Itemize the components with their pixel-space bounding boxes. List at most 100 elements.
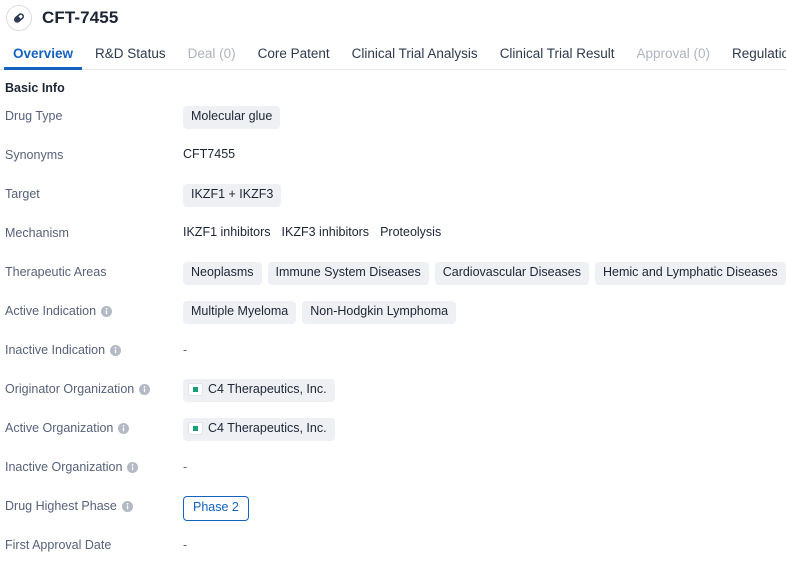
value-chip[interactable]: Hemic and Lymphatic Diseases [594,262,786,285]
row-label-inactive-indication: Inactive Indication [0,335,183,358]
row-label-therapeutic-areas: Therapeutic Areas [0,257,183,280]
tab-clinical-trial-analysis[interactable]: Clinical Trial Analysis [341,46,489,70]
row-value-therapeutic-areas: Neoplasms Immune System Diseases Cardiovas… [183,257,786,285]
row-value-mechanism: IKZF1 inhibitors IKZF3 inhibitors Proteoly… [183,218,786,240]
info-icon[interactable] [121,501,133,512]
value-chip[interactable]: Cardiovascular Diseases [434,262,589,285]
label-text: Originator Organization [5,382,135,396]
row-label-active-organization: Active Organization [0,413,183,436]
row-value-inactive-indication: - [183,335,786,357]
organization-chip[interactable]: C4 Therapeutics, Inc. [183,418,335,441]
info-row-inactive-organization: Inactive Organization - [0,452,786,491]
value-chip[interactable]: IKZF1 + IKZF3 [183,184,282,207]
row-label-originator-organization: Originator Organization [0,374,183,397]
label-text: Drug Type [5,109,63,123]
info-icon[interactable] [118,423,130,434]
row-label-drug-highest-phase: Drug Highest Phase [0,491,183,514]
row-label-first-approval-date: First Approval Date [0,530,183,553]
chip-label: Neoplasms [191,265,254,279]
chip-label: Molecular glue [191,109,273,123]
label-text: Active Indication [5,304,97,318]
value-chip[interactable]: Neoplasms [183,262,262,285]
page-header: CFT-7455 [0,0,786,36]
row-label-mechanism: Mechanism [0,218,183,241]
empty-value: - [183,538,188,552]
info-icon[interactable] [127,462,139,473]
organization-chip[interactable]: C4 Therapeutics, Inc. [183,379,335,402]
label-text: Drug Highest Phase [5,499,117,513]
organization-logo-icon [188,422,203,436]
info-row-originator-organization: Originator Organization C4 Therapeutics, … [0,374,786,413]
overview-panel: Basic Info Drug Type Molecular glue Synony… [0,70,786,565]
tab-r-d-status[interactable]: R&D Status [84,46,177,70]
basic-info-rows: Drug Type Molecular glue Synonyms CFT7455 Ta… [0,101,786,565]
tab-approval-0: Approval (0) [636,45,711,61]
info-row-therapeutic-areas: Therapeutic Areas Neoplasms Immune System … [0,257,786,296]
value-chip[interactable]: Molecular glue [183,106,281,129]
row-value-drug-type: Molecular glue [183,101,786,129]
row-value-active-organization: C4 Therapeutics, Inc. [183,413,786,441]
info-row-target: Target IKZF1 + IKZF3 [0,179,786,218]
pill-capsule-icon [6,5,32,31]
row-value-target: IKZF1 + IKZF3 [183,179,786,207]
tab-core-patent[interactable]: Core Patent [247,46,341,70]
section-title-basic-info: Basic Info [5,81,65,95]
chip-label: IKZF1 + IKZF3 [191,187,274,201]
info-row-drug-highest-phase: Drug Highest Phase Phase 2 [0,491,786,530]
info-icon[interactable] [101,306,113,317]
info-row-inactive-indication: Inactive Indication - [0,335,786,374]
organization-name: C4 Therapeutics, Inc. [208,421,327,435]
label-text: Mechanism [5,226,69,240]
row-value-originator-organization: C4 Therapeutics, Inc. [183,374,786,402]
info-icon[interactable] [139,384,151,395]
row-value-first-approval-date: - [183,530,786,552]
label-text: First Approval Date [5,538,112,552]
tab-deal-0: Deal (0) [187,45,236,61]
phase-badge[interactable]: Phase 2 [183,496,249,521]
row-label-synonyms: Synonyms [0,140,183,163]
value-chip[interactable]: Immune System Diseases [267,262,429,285]
info-row-active-indication: Active Indication Multiple Myeloma Non-Hod… [0,296,786,335]
organization-name: C4 Therapeutics, Inc. [208,382,327,396]
info-icon[interactable] [110,345,122,356]
info-row-active-organization: Active Organization C4 Therapeutics, Inc. [0,413,786,452]
row-value-inactive-organization: - [183,452,786,474]
chip-label: Immune System Diseases [275,265,421,279]
row-label-target: Target [0,179,183,202]
info-row-mechanism: Mechanism IKZF1 inhibitors IKZF3 inhibitor… [0,218,786,257]
row-value-drug-highest-phase: Phase 2 [183,491,786,521]
tab-overview[interactable]: Overview [2,46,84,70]
info-row-synonyms: Synonyms CFT7455 [0,140,786,179]
chip-label: Multiple Myeloma [191,304,289,318]
mechanism-item[interactable]: IKZF1 inhibitors [183,223,271,240]
value-chip[interactable]: Non-Hodgkin Lymphoma [302,301,457,324]
empty-value: - [183,343,188,357]
value-text: CFT7455 [183,147,236,161]
value-chip[interactable]: Multiple Myeloma [183,301,297,324]
info-row-first-approval-date: First Approval Date - [0,530,786,565]
organization-logo-icon [188,383,203,397]
row-value-synonyms: CFT7455 [183,140,786,162]
empty-value: - [183,460,188,474]
chip-label: Cardiovascular Diseases [442,265,581,279]
row-label-active-indication: Active Indication [0,296,183,319]
tab-clinical-trial-result[interactable]: Clinical Trial Result [489,46,626,70]
chip-label: Non-Hodgkin Lymphoma [310,304,449,318]
label-text: Target [5,187,40,201]
label-text: Therapeutic Areas [5,265,107,279]
chip-label: Hemic and Lymphatic Diseases [602,265,778,279]
label-text: Inactive Indication [5,343,106,357]
row-label-drug-type: Drug Type [0,101,183,124]
page-title: CFT-7455 [42,8,119,27]
mechanism-item[interactable]: Proteolysis [380,223,441,240]
mechanism-item[interactable]: IKZF3 inhibitors [282,223,370,240]
label-text: Inactive Organization [5,460,123,474]
tab-bar: Overview R&D Status Deal (0) Core Patent Cli… [0,36,786,70]
row-label-inactive-organization: Inactive Organization [0,452,183,475]
label-text: Active Organization [5,421,114,435]
label-text: Synonyms [5,148,64,162]
tab-regulation[interactable]: Regulation [721,46,786,70]
mechanism-list: IKZF1 inhibitors IKZF3 inhibitors Proteoly… [183,223,441,240]
info-row-drug-type: Drug Type Molecular glue [0,101,786,140]
row-value-active-indication: Multiple Myeloma Non-Hodgkin Lymphoma [183,296,786,324]
